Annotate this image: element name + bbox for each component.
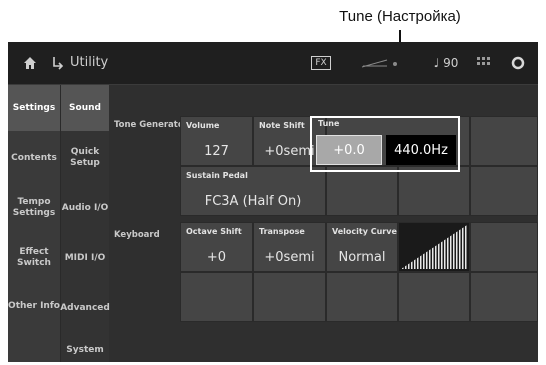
tab-effect-switch[interactable]: Effect Switch [8,235,60,281]
note-shift-label: Note Shift [259,121,305,130]
empty-cell [180,272,253,322]
top-bar: Utility FX ♩ 90 [8,42,538,85]
tab-tempo-settings[interactable]: Tempo Settings [8,185,60,231]
grid-icon[interactable] [472,42,496,84]
midi-activity-icon [358,42,404,84]
tab-other-info[interactable]: Other Info [8,283,60,329]
subtab-sound[interactable]: Sound [61,85,109,131]
section-keyboard: Keyboard [114,230,160,240]
tab-contents[interactable]: Contents [8,135,60,181]
velocity-curve-label: Velocity Curve [332,227,397,236]
fx-label: FX [311,56,331,70]
subtab-advanced[interactable]: Advanced [60,285,110,331]
tune-callout-label: Tune (Настройка) [339,8,461,25]
gear-icon[interactable] [506,42,530,84]
tab-settings[interactable]: Settings [8,85,60,131]
fx-indicator[interactable]: FX [308,42,334,84]
sustain-pedal-value: FC3A (Half On) [204,194,302,209]
section-tone-generator: Tone Generator [114,120,188,130]
empty-cell [470,116,538,166]
volume-cell[interactable]: Volume 127 [180,116,253,166]
subtab-system[interactable]: System [61,335,109,362]
subtab-quick-setup[interactable]: Quick Setup [61,135,109,181]
empty-cell [470,166,538,216]
octave-shift-label: Octave Shift [186,227,242,236]
empty-cell [398,166,470,216]
tune-label: Tune [318,119,340,128]
left-tab-column: Settings Contents Tempo Settings Effect … [8,85,60,362]
tune-value-field[interactable]: +0.0 [316,135,382,165]
subtab-audio-io[interactable]: Audio I/O [61,185,109,231]
sub-tab-column: Sound Quick Setup Audio I/O MIDI I/O Adv… [60,85,110,362]
octave-shift-cell[interactable]: Octave Shift +0 [180,222,253,272]
page-title: Utility [70,55,109,70]
sustain-pedal-label: Sustain Pedal [186,171,248,180]
empty-cell [470,222,538,272]
transpose-value: +0semi [264,250,315,265]
volume-label: Volume [186,121,220,130]
empty-cell [326,272,398,322]
volume-value: 127 [204,144,229,159]
back-arrow-icon[interactable] [48,42,68,84]
utility-screen: Utility FX ♩ 90 Settings Contents Tempo … [8,42,538,362]
home-icon[interactable] [18,42,42,84]
empty-cell [398,272,470,322]
tune-hz-field[interactable]: 440.0Hz [386,135,456,165]
tempo-display[interactable]: ♩ 90 [426,42,466,84]
subtab-midi-io[interactable]: MIDI I/O [61,235,109,281]
velocity-curve-cell[interactable]: Velocity Curve Normal [326,222,398,272]
empty-cell [470,272,538,322]
velocity-curve-graph [398,222,470,272]
velocity-curve-value: Normal [338,250,386,265]
transpose-label: Transpose [259,227,305,236]
octave-shift-value: +0 [206,250,227,265]
empty-cell [253,272,326,322]
transpose-cell[interactable]: Transpose +0semi [253,222,326,272]
empty-cell [326,166,398,216]
sustain-pedal-cell[interactable]: Sustain Pedal FC3A (Half On) [180,166,326,216]
